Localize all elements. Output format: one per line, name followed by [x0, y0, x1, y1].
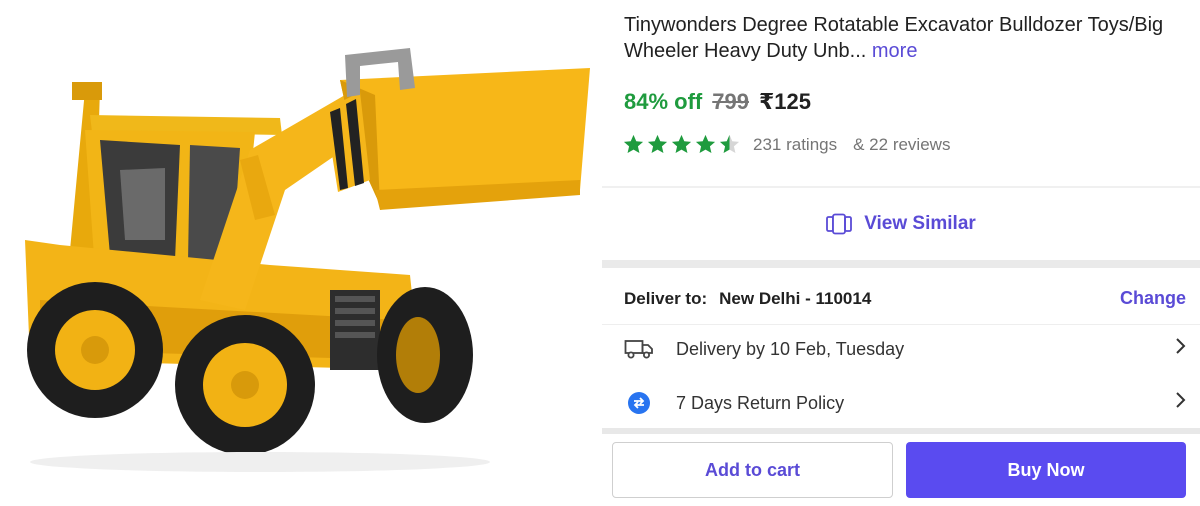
section-divider — [602, 260, 1200, 268]
buy-now-button[interactable]: Buy Now — [906, 442, 1186, 498]
product-image[interactable] — [0, 0, 600, 506]
rating-row[interactable]: 231 ratings & 22 reviews — [622, 133, 950, 156]
price-row: 84% off 799 ₹125 — [624, 89, 811, 115]
discount-percent: 84% off — [624, 89, 703, 114]
chevron-right-icon — [1174, 391, 1186, 415]
deliver-to-row: Deliver to: New Delhi - 110014 Change — [624, 288, 1186, 309]
more-link[interactable]: more — [872, 40, 918, 62]
deliver-to-label: Deliver to: — [624, 288, 708, 308]
delivery-date-text: Delivery by 10 Feb, Tuesday — [676, 338, 905, 359]
view-similar-label: View Similar — [864, 213, 976, 234]
delivery-date-row[interactable]: Delivery by 10 Feb, Tuesday — [624, 329, 1186, 369]
divider — [602, 324, 1200, 325]
ratings-count: 231 ratings — [753, 134, 838, 154]
return-policy-row[interactable]: 7 Days Return Policy — [624, 383, 1186, 423]
half-star-icon — [719, 134, 740, 154]
original-price: 799 — [712, 89, 749, 114]
product-title: Tinywonders Degree Rotatable Excavator B… — [624, 12, 1184, 64]
star-icon — [695, 134, 716, 154]
truck-icon — [624, 338, 654, 360]
star-icon — [623, 134, 644, 154]
return-policy-text: 7 Days Return Policy — [676, 392, 845, 413]
selling-price: ₹125 — [758, 89, 811, 114]
star-icon — [671, 134, 692, 154]
chevron-right-icon — [1174, 337, 1186, 361]
view-similar-icon — [826, 213, 853, 235]
star-icon — [647, 134, 668, 154]
delivery-location: New Delhi - 110014 — [719, 288, 872, 308]
product-details-panel: Tinywonders Degree Rotatable Excavator B… — [602, 0, 1200, 506]
star-rating — [622, 133, 741, 156]
change-location-button[interactable]: Change — [1120, 288, 1186, 309]
section-divider — [602, 428, 1200, 434]
view-similar-button[interactable]: View Similar — [602, 188, 1200, 260]
add-to-cart-button[interactable]: Add to cart — [612, 442, 893, 498]
return-policy-icon — [624, 391, 654, 415]
excavator-toy-illustration — [25, 48, 590, 472]
reviews-count: & 22 reviews — [853, 134, 951, 154]
